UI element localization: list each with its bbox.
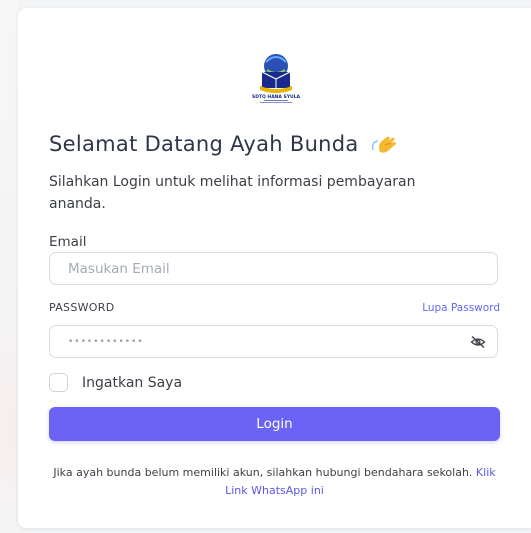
password-label: PASSWORD (49, 301, 115, 314)
password-field[interactable] (49, 325, 498, 358)
page-title: Selamat Datang Ayah Bunda (49, 132, 359, 156)
logo-text: SDTQ HANA SYULA (252, 94, 301, 100)
welcome-heading: Selamat Datang Ayah Bunda (49, 132, 399, 156)
remember-label: Ingatkan Saya (82, 374, 183, 391)
remember-checkbox[interactable] (49, 373, 68, 392)
page-background (0, 0, 18, 533)
remember-me[interactable]: Ingatkan Saya (49, 373, 182, 392)
school-logo: SDTQ HANA SYULA (240, 46, 312, 104)
login-button[interactable]: Login (49, 407, 500, 441)
password-field-wrapper (49, 325, 498, 358)
eye-off-icon[interactable] (470, 334, 486, 350)
email-field[interactable] (49, 252, 498, 285)
footer-text: Jika ayah bunda belum memiliki akun, sil… (53, 466, 473, 479)
footer-note: Jika ayah bunda belum memiliki akun, sil… (49, 464, 500, 500)
school-logo-icon: SDTQ HANA SYULA (252, 54, 301, 103)
login-card: SDTQ HANA SYULA Selamat Datang Ayah Bund… (18, 8, 531, 528)
email-label: Email (49, 234, 87, 250)
page-subtitle: Silahkan Login untuk melihat informasi p… (49, 174, 416, 212)
waving-hand-icon (371, 136, 396, 153)
forgot-password-link[interactable]: Lupa Password (422, 302, 500, 314)
